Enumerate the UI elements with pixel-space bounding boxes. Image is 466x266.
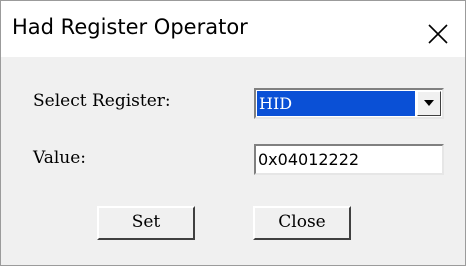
- close-icon[interactable]: [427, 23, 449, 45]
- value-field[interactable]: 0x04012222: [254, 144, 444, 175]
- dropdown-button[interactable]: [417, 91, 441, 116]
- dialog-window: Had Register Operator Select Register: H…: [0, 0, 466, 266]
- register-selected-value[interactable]: HID: [257, 91, 415, 116]
- chevron-down-icon: [424, 100, 434, 106]
- title-bar[interactable]: Had Register Operator: [1, 1, 465, 57]
- select-register-label: Select Register:: [33, 91, 171, 111]
- close-button[interactable]: Close: [253, 206, 351, 240]
- register-select[interactable]: HID: [254, 88, 444, 119]
- window-title: Had Register Operator: [12, 15, 248, 39]
- set-button[interactable]: Set: [97, 206, 195, 240]
- value-label: Value:: [33, 148, 87, 168]
